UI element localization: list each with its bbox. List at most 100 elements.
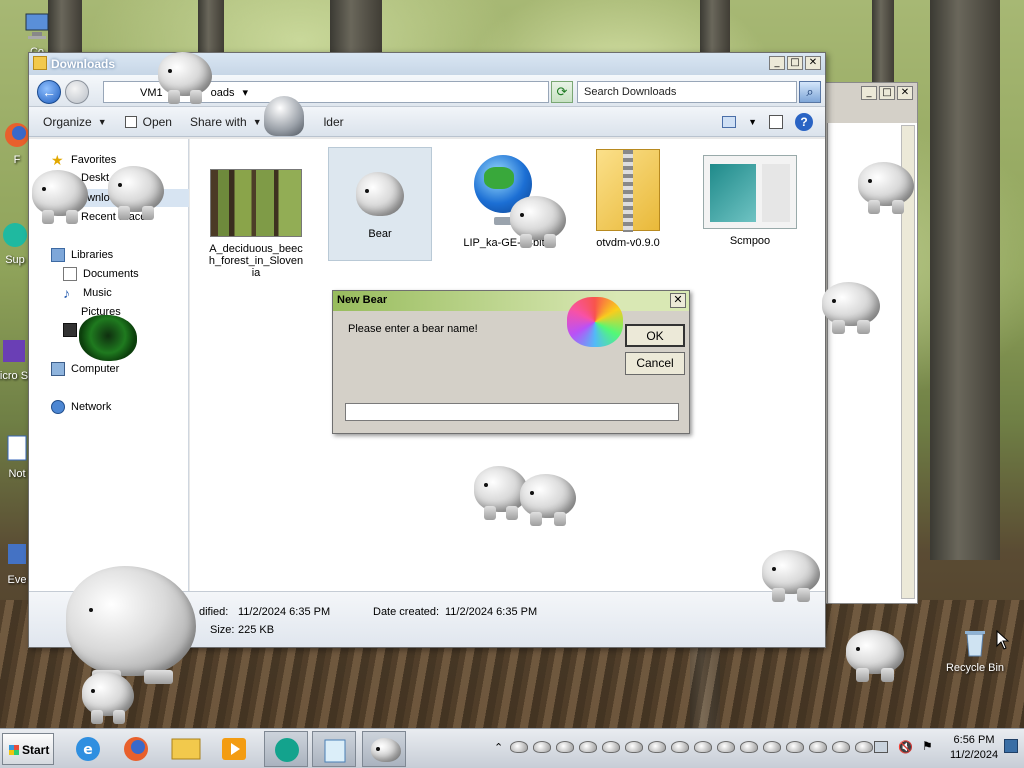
address-bar-row: ← VM1 oads ▾ ⟳ Search Downloads ⌕ — [29, 75, 825, 107]
nav-music[interactable]: ♪ Music — [63, 286, 112, 300]
explorer-titlebar[interactable]: Downloads _ □ ✕ — [29, 53, 825, 75]
nav-favorites[interactable]: ★ Favorites — [51, 153, 116, 167]
taskbar-media-player[interactable] — [212, 731, 256, 767]
tray-bear-icon[interactable] — [625, 741, 643, 753]
file-item[interactable]: otvdm-v0.9.0 — [576, 149, 680, 249]
modified-value: 11/2/2024 6:35 PM — [238, 606, 331, 618]
chevron-down-icon: ▼ — [252, 116, 262, 127]
view-options-icon[interactable] — [722, 116, 737, 128]
background-window[interactable]: _ □ ✕ — [820, 82, 918, 604]
open-label: Open — [142, 114, 172, 129]
minimize-button[interactable]: _ — [861, 86, 877, 100]
close-button[interactable]: ✕ — [670, 293, 686, 308]
bear-sprite[interactable] — [822, 282, 880, 334]
tray-bear-icon[interactable] — [671, 741, 689, 753]
search-input[interactable]: Search Downloads — [577, 81, 797, 103]
start-button[interactable]: Start — [2, 733, 54, 765]
show-desktop-button[interactable] — [1004, 739, 1018, 753]
chevron-down-icon[interactable]: ▾ — [242, 86, 248, 99]
file-item[interactable]: Scmpoo — [698, 155, 802, 247]
action-center-flag-icon[interactable]: ⚑ — [922, 739, 933, 753]
bear-sprite[interactable] — [158, 52, 212, 104]
file-name: A_deciduous_beech_forest_in_Slovenia — [208, 243, 304, 279]
nav-desktop[interactable]: Deskt — [81, 172, 109, 184]
new-bear-dialog[interactable]: New Bear ✕ Please enter a bear name! OK … — [332, 290, 690, 434]
tray-bear-icon[interactable] — [786, 741, 804, 753]
bear-sprite[interactable] — [520, 474, 576, 526]
forward-button[interactable] — [65, 80, 89, 104]
system-clock[interactable]: 6:56 PM 11/2/2024 — [944, 733, 1004, 763]
back-button[interactable]: ← — [37, 80, 61, 104]
desktop-icon-label: Recycle Bin — [945, 662, 1005, 674]
maximize-button[interactable]: □ — [787, 56, 803, 70]
show-hidden-icons-button[interactable]: ⌃ — [494, 741, 503, 754]
refresh-button[interactable]: ⟳ — [551, 81, 573, 103]
search-icon[interactable]: ⌕ — [799, 81, 821, 103]
background-window-titlebar[interactable]: _ □ ✕ — [821, 83, 917, 105]
desktop-icon-computer[interactable]: Co — [2, 10, 72, 58]
cancel-button[interactable]: Cancel — [625, 352, 685, 375]
share-with-button[interactable]: Share with ▼ — [190, 115, 262, 129]
tray-bear-icon[interactable] — [855, 741, 873, 753]
ok-button[interactable]: OK — [625, 324, 685, 347]
nav-label: Documents — [83, 268, 139, 280]
media-player-icon — [222, 738, 246, 760]
tray-bear-icon[interactable] — [763, 741, 781, 753]
nav-libraries[interactable]: Libraries — [51, 248, 113, 262]
desktop-icon-label: Sup — [5, 254, 25, 266]
tray-bear-icon[interactable] — [602, 741, 620, 753]
tray-bear-icon[interactable] — [579, 741, 597, 753]
file-item[interactable]: Bear — [328, 147, 432, 261]
tray-bear-icon[interactable] — [717, 741, 735, 753]
nav-network[interactable]: Network — [51, 400, 111, 414]
bear-sprite[interactable] — [858, 162, 914, 214]
nav-documents[interactable]: Documents — [63, 267, 139, 281]
file-name: Scmpoo — [729, 235, 771, 247]
taskbar-ie[interactable]: e — [66, 731, 110, 767]
nav-videos[interactable] — [63, 323, 77, 337]
nav-computer[interactable]: Computer — [51, 362, 119, 376]
breadcrumb-vm1[interactable]: VM1 — [140, 87, 163, 99]
taskbar-explorer[interactable] — [164, 731, 208, 767]
chevron-down-icon[interactable]: ▼ — [748, 117, 757, 127]
tray-bear-icon[interactable] — [832, 741, 850, 753]
taskbar-bear[interactable] — [362, 731, 406, 767]
tray-bear-icon[interactable] — [533, 741, 551, 753]
file-name: otvdm-v0.9.0 — [596, 237, 660, 249]
tray-bear-icon[interactable] — [510, 741, 528, 753]
network-tray-icon[interactable] — [874, 741, 888, 753]
dialog-title: New Bear — [337, 294, 388, 306]
bear-name-input[interactable] — [345, 403, 679, 421]
taskbar-app-round[interactable] — [264, 731, 308, 767]
tray-bear-icon[interactable] — [648, 741, 666, 753]
minimize-button[interactable]: _ — [769, 56, 785, 70]
bear-sprite[interactable] — [846, 630, 904, 682]
new-folder-button[interactable]: lder — [324, 115, 344, 129]
tray-bear-icon[interactable] — [809, 741, 827, 753]
dialog-titlebar[interactable]: New Bear ✕ — [333, 291, 689, 311]
documents-icon — [63, 267, 77, 281]
maximize-button[interactable]: □ — [879, 86, 895, 100]
breadcrumb-downloads[interactable]: oads — [211, 87, 235, 99]
volume-muted-icon[interactable]: 🔇 — [898, 740, 913, 754]
tray-bear-icon[interactable] — [694, 741, 712, 753]
taskbar-notepad[interactable] — [312, 731, 356, 767]
organize-button[interactable]: Organize ▼ — [43, 115, 107, 129]
tray-bear-icon[interactable] — [740, 741, 758, 753]
help-icon[interactable]: ? — [795, 113, 813, 131]
created-label: Date created: — [373, 606, 440, 618]
open-button[interactable]: Open — [124, 114, 172, 129]
close-button[interactable]: ✕ — [897, 86, 913, 100]
bear-sprite[interactable] — [510, 196, 566, 248]
tray-bear-icon[interactable] — [556, 741, 574, 753]
mouse-cursor-icon — [996, 630, 1010, 650]
bear-sprite[interactable] — [762, 550, 820, 602]
desktop-icon-label: F — [13, 154, 21, 166]
preview-pane-icon[interactable] — [769, 115, 783, 129]
file-item[interactable]: A_deciduous_beech_forest_in_Slovenia — [204, 169, 308, 279]
nav-label: Favorites — [71, 154, 117, 166]
taskbar-firefox[interactable] — [114, 731, 158, 767]
bear-sprite[interactable] — [82, 672, 134, 724]
organize-label: Organize — [43, 114, 92, 129]
close-button[interactable]: ✕ — [805, 56, 821, 70]
